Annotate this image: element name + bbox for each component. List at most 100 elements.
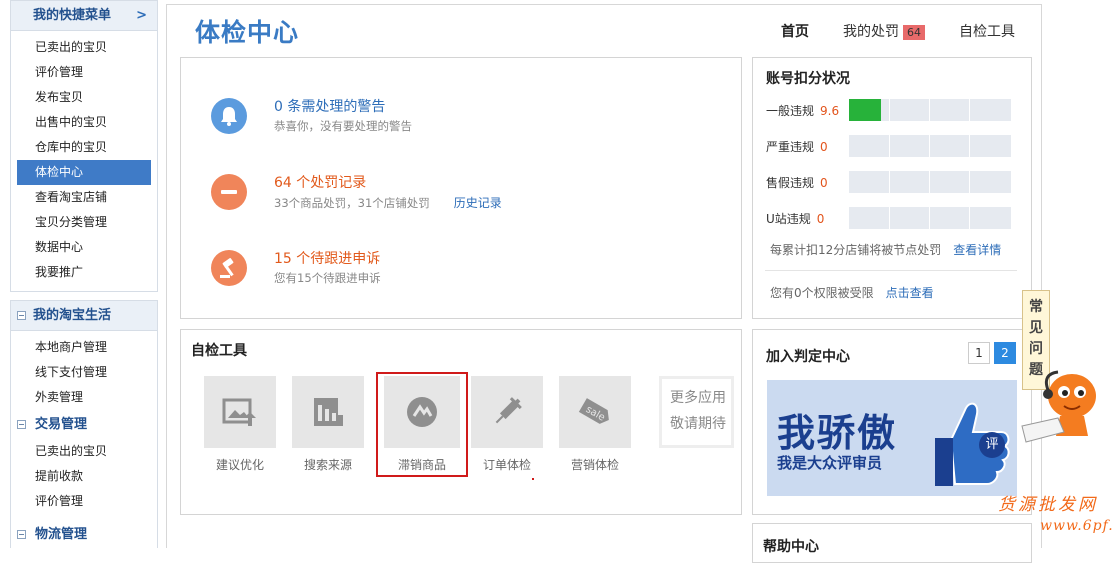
syringe-icon <box>471 376 543 448</box>
tool-label: 订单体检 <box>482 458 531 472</box>
alert-appeals-title[interactable]: 15 个待跟进申诉 <box>274 248 380 268</box>
top-nav: 首页 我的处罚 64 自检工具 <box>781 21 1015 41</box>
sidebar-item-offline-pay[interactable]: 线下支付管理 <box>11 360 157 385</box>
sidebar-item-reviews[interactable]: 评价管理 <box>11 60 157 85</box>
score-row-value: 0 <box>820 140 828 154</box>
alert-appeals-sub: 您有15个待跟进申诉 <box>274 271 381 285</box>
alerts-panel: 0 条需处理的警告 恭喜你，没有要处理的警告 64 个处罚记录 33个商品处罚，… <box>180 57 742 319</box>
score-bar <box>849 207 1011 229</box>
sidebar-item-category[interactable]: 宝贝分类管理 <box>11 210 157 235</box>
quick-menu-title: 我的快捷菜单 <box>33 8 112 23</box>
score-row-label: 一般违规 9.6 <box>766 102 839 119</box>
score-row-name: 一般违规 <box>766 104 815 118</box>
alert-warnings-title[interactable]: 0 条需处理的警告 <box>274 96 385 116</box>
tool-marketing-check[interactable]: sale 营销体检 <box>559 376 631 473</box>
sidebar-item-sold-2[interactable]: 已卖出的宝贝 <box>11 439 157 464</box>
self-check-tools-panel: 自检工具 建议优化 搜索来源 滞销商品 订单体检 sale 营销体检 更多应用 … <box>180 329 742 515</box>
sidebar-item-warehouse[interactable]: 仓库中的宝贝 <box>11 135 157 160</box>
banner-subline: 我是大众评审员 <box>777 454 883 472</box>
click-view-link[interactable]: 点击查看 <box>886 286 934 300</box>
sidebar-item-early-receipt[interactable]: 提前收款 <box>11 464 157 489</box>
divider <box>765 270 1017 271</box>
judge-title: 加入判定中心 <box>766 349 850 365</box>
score-note-1: 每累计扣12分店铺将被节点处罚 查看详情 <box>770 241 1001 258</box>
collapse-icon[interactable] <box>17 311 26 320</box>
trade-header[interactable]: 交易管理 <box>11 412 157 438</box>
score-row-name: 严重违规 <box>766 140 815 154</box>
watermark-url: www.6pf.com <box>1040 518 1113 534</box>
review-badge: 评 <box>979 432 1005 458</box>
quick-menu-header[interactable]: 我的快捷菜单 > <box>11 1 157 31</box>
tool-order-check[interactable]: 订单体检 <box>471 376 543 473</box>
alert-punishments[interactable]: 64 个处罚记录 33个商品处罚，31个店铺处罚 历史记录 <box>211 174 711 218</box>
sidebar-item-on-sale[interactable]: 出售中的宝贝 <box>11 110 157 135</box>
sidebar-item-data-center[interactable]: 数据中心 <box>11 235 157 260</box>
unsold-icon <box>384 376 460 448</box>
sidebar-item-takeout[interactable]: 外卖管理 <box>11 385 157 410</box>
life-header[interactable]: 我的淘宝生活 <box>11 301 157 331</box>
tool-search-source[interactable]: 搜索来源 <box>292 376 364 473</box>
expand-arrow-icon[interactable]: > <box>136 1 147 31</box>
score-row-name: U站违规 <box>766 212 811 226</box>
sidebar-item-reviews-2[interactable]: 评价管理 <box>11 489 157 514</box>
red-dot <box>532 478 534 480</box>
tool-label: 营销体检 <box>570 458 619 472</box>
life-title: 我的淘宝生活 <box>33 308 112 323</box>
nav-my-punishments[interactable]: 我的处罚 64 <box>843 21 925 41</box>
trade-title: 交易管理 <box>35 417 88 432</box>
nav-home[interactable]: 首页 <box>781 21 809 41</box>
score-bar <box>849 99 1011 121</box>
collapse-icon[interactable] <box>17 530 26 539</box>
score-title: 账号扣分状况 <box>766 71 850 87</box>
alert-punishments-sub-text: 33个商品处罚，31个店铺处罚 <box>274 196 430 210</box>
mascot-icon[interactable] <box>1020 360 1112 453</box>
logistics-header[interactable]: 物流管理 <box>11 522 157 548</box>
alert-punishments-title[interactable]: 64 个处罚记录 <box>274 172 366 192</box>
score-row-value: 9.6 <box>820 104 840 118</box>
sidebar-item-view-shop[interactable]: 查看淘宝店铺 <box>11 185 157 210</box>
alert-warnings[interactable]: 0 条需处理的警告 恭喜你，没有要处理的警告 <box>211 98 711 142</box>
help-title: 帮助中心 <box>763 539 819 555</box>
more-apps-placeholder: 更多应用 敬请期待 <box>659 376 734 448</box>
more-apps-line1: 更多应用 <box>670 390 726 406</box>
alert-punishments-sub: 33个商品处罚，31个店铺处罚 历史记录 <box>274 194 502 211</box>
score-row-label: 售假违规 0 <box>766 174 828 191</box>
punish-count-badge: 64 <box>903 25 925 40</box>
sidebar-item-promote[interactable]: 我要推广 <box>11 260 157 285</box>
judge-center-panel: 加入判定中心 1 2 我骄傲 我是大众评审员 评 <box>752 329 1032 515</box>
judge-banner[interactable]: 我骄傲 我是大众评审员 评 <box>767 380 1017 496</box>
tools-title: 自检工具 <box>191 343 247 359</box>
page-1-button[interactable]: 1 <box>968 342 990 364</box>
history-link[interactable]: 历史记录 <box>454 196 502 210</box>
tool-unsold-goods[interactable]: 滞销商品 <box>376 372 468 477</box>
score-row-label: U站违规 0 <box>766 210 824 227</box>
view-details-link[interactable]: 查看详情 <box>953 243 1001 257</box>
account-score-panel: 账号扣分状况 一般违规 9.6 严重违规 0 售假违规 0 U站违规 0 每累计扣12分… <box>752 57 1032 319</box>
score-note-1-text: 每累计扣12分店铺将被节点处罚 <box>770 243 942 257</box>
sidebar-item-publish[interactable]: 发布宝贝 <box>11 85 157 110</box>
score-note-2: 您有0个权限被受限 点击查看 <box>770 284 934 301</box>
collapse-icon[interactable] <box>17 420 26 429</box>
sidebar-item-sold[interactable]: 已卖出的宝贝 <box>11 35 157 60</box>
sidebar-item-local-merchant[interactable]: 本地商户管理 <box>11 335 157 360</box>
tool-label: 滞销商品 <box>397 458 446 472</box>
life-group: 我的淘宝生活 本地商户管理 线下支付管理 外卖管理 交易管理 已卖出的宝贝 提前… <box>10 300 158 548</box>
alert-appeals[interactable]: 15 个待跟进申诉 您有15个待跟进申诉 <box>211 250 711 294</box>
help-center-panel: 帮助中心 <box>752 523 1032 563</box>
tool-suggest-optimize[interactable]: 建议优化 <box>204 376 276 473</box>
tool-label: 搜索来源 <box>303 458 352 472</box>
nav-self-check-tools[interactable]: 自检工具 <box>959 21 1015 41</box>
logistics-title: 物流管理 <box>35 527 88 542</box>
score-row-u-site: U站违规 0 <box>766 207 1022 229</box>
gavel-icon <box>211 250 247 286</box>
score-row-value: 0 <box>820 176 828 190</box>
more-apps-line2: 敬请期待 <box>670 416 726 432</box>
bar-chart-icon <box>292 376 364 448</box>
sidebar-item-health-center[interactable]: 体检中心 <box>17 160 151 185</box>
score-row-name: 售假违规 <box>766 176 815 190</box>
sale-tag-icon: sale <box>559 376 631 448</box>
score-row-counterfeit: 售假违规 0 <box>766 171 1022 193</box>
page-title: 体检中心 <box>195 18 300 47</box>
page-2-button[interactable]: 2 <box>994 342 1016 364</box>
tool-label: 建议优化 <box>215 458 264 472</box>
